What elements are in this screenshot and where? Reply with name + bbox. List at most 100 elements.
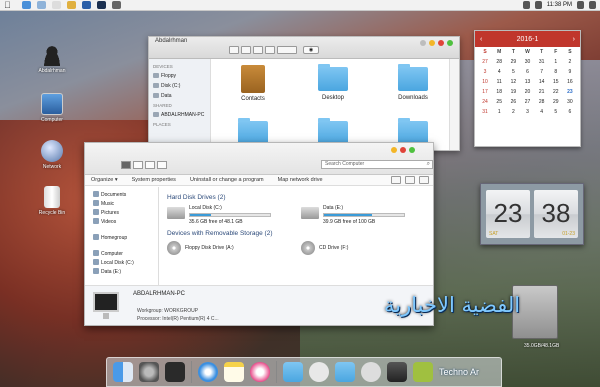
network-icon[interactable] <box>522 1 530 9</box>
calendar-day[interactable]: 27 <box>478 59 492 65</box>
calendar-prev-button[interactable]: ‹ <box>480 36 482 43</box>
view-tiles-button[interactable] <box>157 161 167 169</box>
search-input[interactable]: Search Computer ⌕ <box>321 160 433 169</box>
word-menubar-icon[interactable] <box>82 1 91 9</box>
folder-dock-icon[interactable] <box>283 362 303 382</box>
column-view-button[interactable] <box>253 46 263 54</box>
close-button[interactable] <box>400 147 406 153</box>
removable-group-header[interactable]: Devices with Removable Storage (2) <box>167 230 427 237</box>
calendar-day[interactable]: 28 <box>535 99 549 105</box>
calendar-day[interactable]: 7 <box>535 69 549 75</box>
finder-item-contacts[interactable]: Contacts <box>223 63 283 102</box>
nav-item-videos[interactable]: Videos <box>85 217 158 226</box>
drive-data-e[interactable]: Data (E:) 39.9 GB free of 100 GB <box>301 205 405 225</box>
calendar-day[interactable]: 9 <box>563 69 577 75</box>
calendar-day[interactable]: 5 <box>506 69 520 75</box>
calendar-day[interactable]: 2 <box>563 59 577 65</box>
calendar-day[interactable]: 5 <box>549 109 563 115</box>
calendar-next-button[interactable]: › <box>573 36 575 43</box>
drive-local-disk-c[interactable]: Local Disk (C:) 35.6 GB free of 48.1 GB <box>167 205 271 225</box>
nav-item-music[interactable]: Music <box>85 199 158 208</box>
desktop-icon-recycle-bin[interactable]: Recycle Bin <box>28 186 76 216</box>
finder-scrollbar[interactable] <box>449 59 459 150</box>
nav-item-local-disk-c[interactable]: Local Disk (C:) <box>85 258 158 267</box>
cover-view-button[interactable] <box>265 46 275 54</box>
close-button[interactable] <box>438 40 444 46</box>
finder-item-desktop[interactable]: Desktop <box>303 63 363 101</box>
view-details-button[interactable] <box>145 161 155 169</box>
calendar-day[interactable]: 29 <box>506 59 520 65</box>
calendar-day[interactable]: 4 <box>492 69 506 75</box>
minimize-button[interactable] <box>391 147 397 153</box>
calendar-day[interactable]: 11 <box>492 79 506 85</box>
launcher-dock-icon[interactable] <box>387 362 407 382</box>
safari-dock-icon[interactable] <box>198 362 218 382</box>
nav-item-pictures[interactable]: Pictures <box>85 208 158 217</box>
view-toggle-button[interactable] <box>121 161 131 169</box>
calendar-day[interactable]: 31 <box>478 109 492 115</box>
desktop-icon-computer[interactable]: Computer <box>28 93 76 123</box>
calendar-day[interactable]: 13 <box>520 79 534 85</box>
calendar-day[interactable]: 14 <box>535 79 549 85</box>
calendar-day[interactable]: 12 <box>506 79 520 85</box>
system-preferences-dock-icon[interactable] <box>139 362 159 382</box>
help-button[interactable] <box>419 176 429 184</box>
x-dock-icon[interactable] <box>309 362 329 382</box>
floppy-drive-a[interactable]: Floppy Disk Drive (A:) <box>167 241 271 255</box>
calendar-day[interactable]: 3 <box>520 109 534 115</box>
zoom-button[interactable] <box>409 147 415 153</box>
nav-item-computer[interactable]: Computer <box>85 249 158 258</box>
calendar-day[interactable]: 22 <box>549 89 563 95</box>
list-view-button[interactable] <box>241 46 251 54</box>
calendar-day[interactable]: 6 <box>520 69 534 75</box>
calendar-menubar-icon[interactable] <box>52 1 61 9</box>
desktop-icon-network[interactable]: Network <box>28 140 76 170</box>
system-properties-button[interactable]: System properties <box>132 177 176 183</box>
calendar-day[interactable]: 17 <box>478 89 492 95</box>
sidebar-item-pc[interactable]: ABDALRHMAN-PC <box>149 110 210 120</box>
list-icon[interactable] <box>589 1 596 9</box>
cd-drive-f[interactable]: CD Drive (F:) <box>301 241 405 255</box>
calendar-day[interactable]: 2 <box>506 109 520 115</box>
search-icon[interactable] <box>577 1 584 9</box>
calendar-day[interactable]: 10 <box>478 79 492 85</box>
finder-menubar-icon[interactable] <box>22 1 31 9</box>
calendar-day[interactable]: 1 <box>492 109 506 115</box>
calendar-day[interactable]: 6 <box>563 109 577 115</box>
icon-view-button[interactable] <box>229 46 239 54</box>
launchpad-dock-icon[interactable] <box>165 362 185 382</box>
itunes-dock-icon[interactable] <box>250 362 270 382</box>
calendar-day[interactable]: 3 <box>478 69 492 75</box>
calendar-day[interactable]: 8 <box>549 69 563 75</box>
calendar-day[interactable]: 26 <box>506 99 520 105</box>
calendar-day[interactable]: 16 <box>563 79 577 85</box>
menubar-clock[interactable]: 11:38 PM <box>547 2 572 8</box>
hdd-group-header[interactable]: Hard Disk Drives (2) <box>167 194 427 201</box>
desktop-icon-user[interactable]: Abdalrhman <box>28 44 76 74</box>
sidebar-item-floppy[interactable]: Floppy <box>149 71 210 81</box>
apple-icon[interactable]:  <box>4 0 14 10</box>
zoom-button[interactable] <box>447 40 453 46</box>
map-network-drive-button[interactable]: Map network drive <box>278 177 323 183</box>
view-list-button[interactable] <box>133 161 143 169</box>
change-view-button[interactable] <box>391 176 401 184</box>
uninstall-program-button[interactable]: Uninstall or change a program <box>190 177 264 183</box>
sidebar-item-data[interactable]: Data <box>149 91 210 101</box>
calendar-day[interactable]: 30 <box>563 99 577 105</box>
calendar-day[interactable]: 20 <box>520 89 534 95</box>
nav-item-data-e[interactable]: Data (E:) <box>85 267 158 276</box>
calendar-day[interactable]: 29 <box>549 99 563 105</box>
calendar-day[interactable]: 25 <box>492 99 506 105</box>
preview-pane-button[interactable] <box>405 176 415 184</box>
quick-look-button[interactable]: ◉ <box>303 46 319 54</box>
organize-button[interactable]: Organize ▾ <box>91 177 118 183</box>
finder-titlebar[interactable]: Abdalrhman ◉ <box>149 37 459 59</box>
finder-dock-icon[interactable] <box>113 362 133 382</box>
calendar-day[interactable]: 28 <box>492 59 506 65</box>
finder-item-downloads[interactable]: Downloads <box>383 63 443 101</box>
minimize-button[interactable] <box>429 40 435 46</box>
calendar-day[interactable]: 27 <box>520 99 534 105</box>
calendar-day[interactable]: 1 <box>549 59 563 65</box>
app-dock-icon[interactable] <box>413 362 433 382</box>
media-menubar-icon[interactable] <box>112 1 121 9</box>
